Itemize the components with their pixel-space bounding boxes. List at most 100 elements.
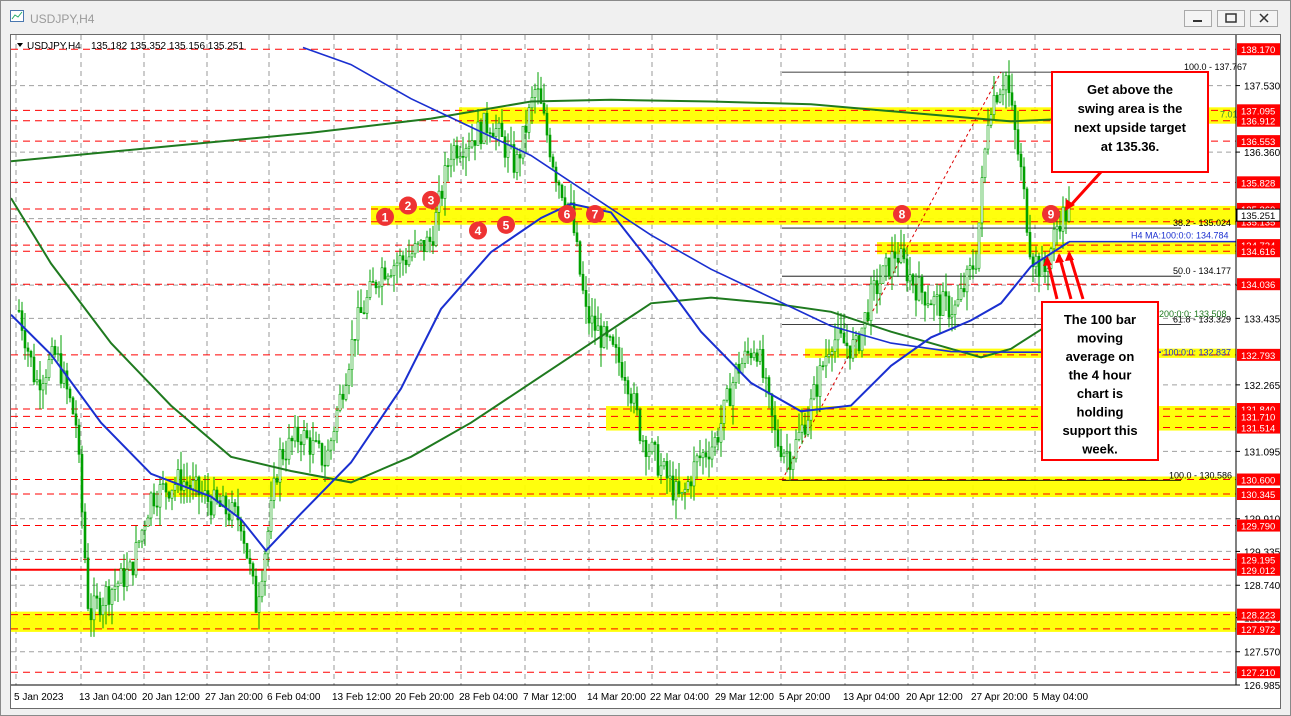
candle-body	[65, 370, 69, 390]
candle-body	[545, 112, 549, 136]
candle-body	[878, 283, 882, 295]
candle-body	[845, 342, 849, 347]
candle-body	[629, 393, 633, 404]
price-chart[interactable]: 100.0 - 137.767 38.2 - 135.024 50.0 - 134.…	[11, 35, 1280, 708]
chart-area[interactable]: 100.0 - 137.767 38.2 - 135.024 50.0 - 134.…	[10, 34, 1281, 709]
y-tick-label: 126.985	[1244, 681, 1280, 692]
candle-body	[305, 430, 309, 439]
candle-body	[890, 251, 894, 277]
maximize-button[interactable]	[1217, 10, 1245, 27]
candle-body	[368, 281, 372, 298]
price-level-label: 136.553	[1241, 137, 1275, 148]
current-price-label: 135.251	[1241, 211, 1275, 222]
minimize-button[interactable]	[1184, 10, 1212, 27]
candle-body	[155, 505, 159, 508]
annotation-text-line: average on	[1066, 349, 1135, 364]
terminal-window: USDJPY,H4 100.0 - 137.767 38.2 - 135.024 5…	[0, 0, 1291, 716]
candle-body	[746, 350, 750, 354]
candle-body	[287, 437, 291, 460]
time-axis: 5 Jan 2023 13 Jan 04:00 20 Jan 12:00 27 Jan…	[14, 692, 1088, 703]
candle-body	[1025, 188, 1029, 233]
candle-body	[284, 458, 288, 461]
candle-body	[179, 469, 183, 491]
swing-marker-label: 6	[564, 208, 571, 222]
candle-body	[560, 184, 564, 198]
candle-body	[398, 255, 402, 264]
x-tick-label: 20 Feb 20:00	[395, 692, 454, 703]
candle-body	[1010, 92, 1014, 106]
candle-body	[950, 314, 954, 318]
candle-body	[581, 273, 585, 291]
candle-body	[914, 284, 918, 301]
candle-body	[263, 553, 267, 582]
candle-body	[467, 146, 471, 149]
candle-body	[821, 365, 825, 368]
candle-body	[713, 437, 717, 448]
price-level-label: 132.793	[1241, 351, 1275, 362]
candle-body	[23, 330, 27, 349]
annotation-text-line: The 100 bar	[1064, 312, 1136, 327]
candle-body	[812, 384, 816, 400]
candle-body	[875, 280, 879, 295]
candle-body	[785, 451, 789, 454]
candle-body	[962, 288, 966, 293]
candle-body	[884, 257, 888, 267]
candle-body	[887, 257, 891, 277]
swing-marker-label: 2	[405, 199, 412, 213]
candle-body	[602, 326, 606, 348]
price-level-label: 135.828	[1241, 178, 1275, 189]
candle-body	[254, 575, 258, 613]
candle-body	[329, 440, 333, 451]
candle-body	[698, 455, 702, 459]
x-tick-label: 22 Mar 04:00	[650, 692, 709, 703]
candle-body	[617, 347, 621, 363]
candle-body	[665, 461, 669, 479]
candle-body	[470, 140, 474, 148]
candle-body	[953, 304, 957, 315]
price-level-label: 130.345	[1241, 490, 1275, 501]
candle-body	[176, 469, 180, 485]
candle-body	[407, 256, 411, 266]
close-button[interactable]	[1250, 10, 1278, 27]
candle-body	[749, 352, 753, 359]
candle-body	[458, 156, 462, 159]
candle-body	[35, 379, 39, 383]
candle-body	[143, 526, 147, 531]
y-tick-label: 131.095	[1244, 447, 1280, 458]
candle-body	[68, 388, 72, 399]
price-level-label: 127.210	[1241, 668, 1275, 679]
candle-body	[992, 95, 996, 115]
candle-body	[548, 134, 552, 158]
close-icon	[1259, 13, 1269, 23]
candle-body	[656, 444, 660, 476]
candle-body	[725, 388, 729, 401]
swing-marker-label: 7	[592, 208, 599, 222]
candle-body	[860, 327, 864, 352]
candle-body	[533, 89, 537, 98]
candle-body	[671, 475, 675, 501]
candle-body	[194, 476, 198, 481]
candle-body	[524, 125, 528, 133]
candle-body	[575, 232, 579, 242]
candle-body	[515, 154, 519, 173]
candle-body	[788, 451, 792, 470]
candle-body	[848, 345, 852, 359]
candle-body	[956, 298, 960, 306]
x-tick-label: 27 Jan 20:00	[205, 692, 263, 703]
candle-body	[971, 265, 975, 270]
candle-body	[893, 251, 897, 259]
candle-body	[485, 112, 489, 133]
candle-body	[782, 452, 786, 458]
candle-body	[140, 529, 144, 542]
candle-body	[170, 489, 174, 499]
candle-body	[506, 144, 510, 158]
candle-body	[137, 540, 141, 543]
candle-body	[1019, 153, 1023, 168]
candle-body	[521, 125, 525, 159]
candle-body	[104, 586, 108, 606]
candle-body	[593, 315, 597, 331]
candle-body	[1055, 225, 1059, 230]
candle-body	[98, 597, 102, 616]
ma-label: :100:0:0: 132.837	[1161, 347, 1231, 357]
candle-body	[449, 158, 453, 167]
